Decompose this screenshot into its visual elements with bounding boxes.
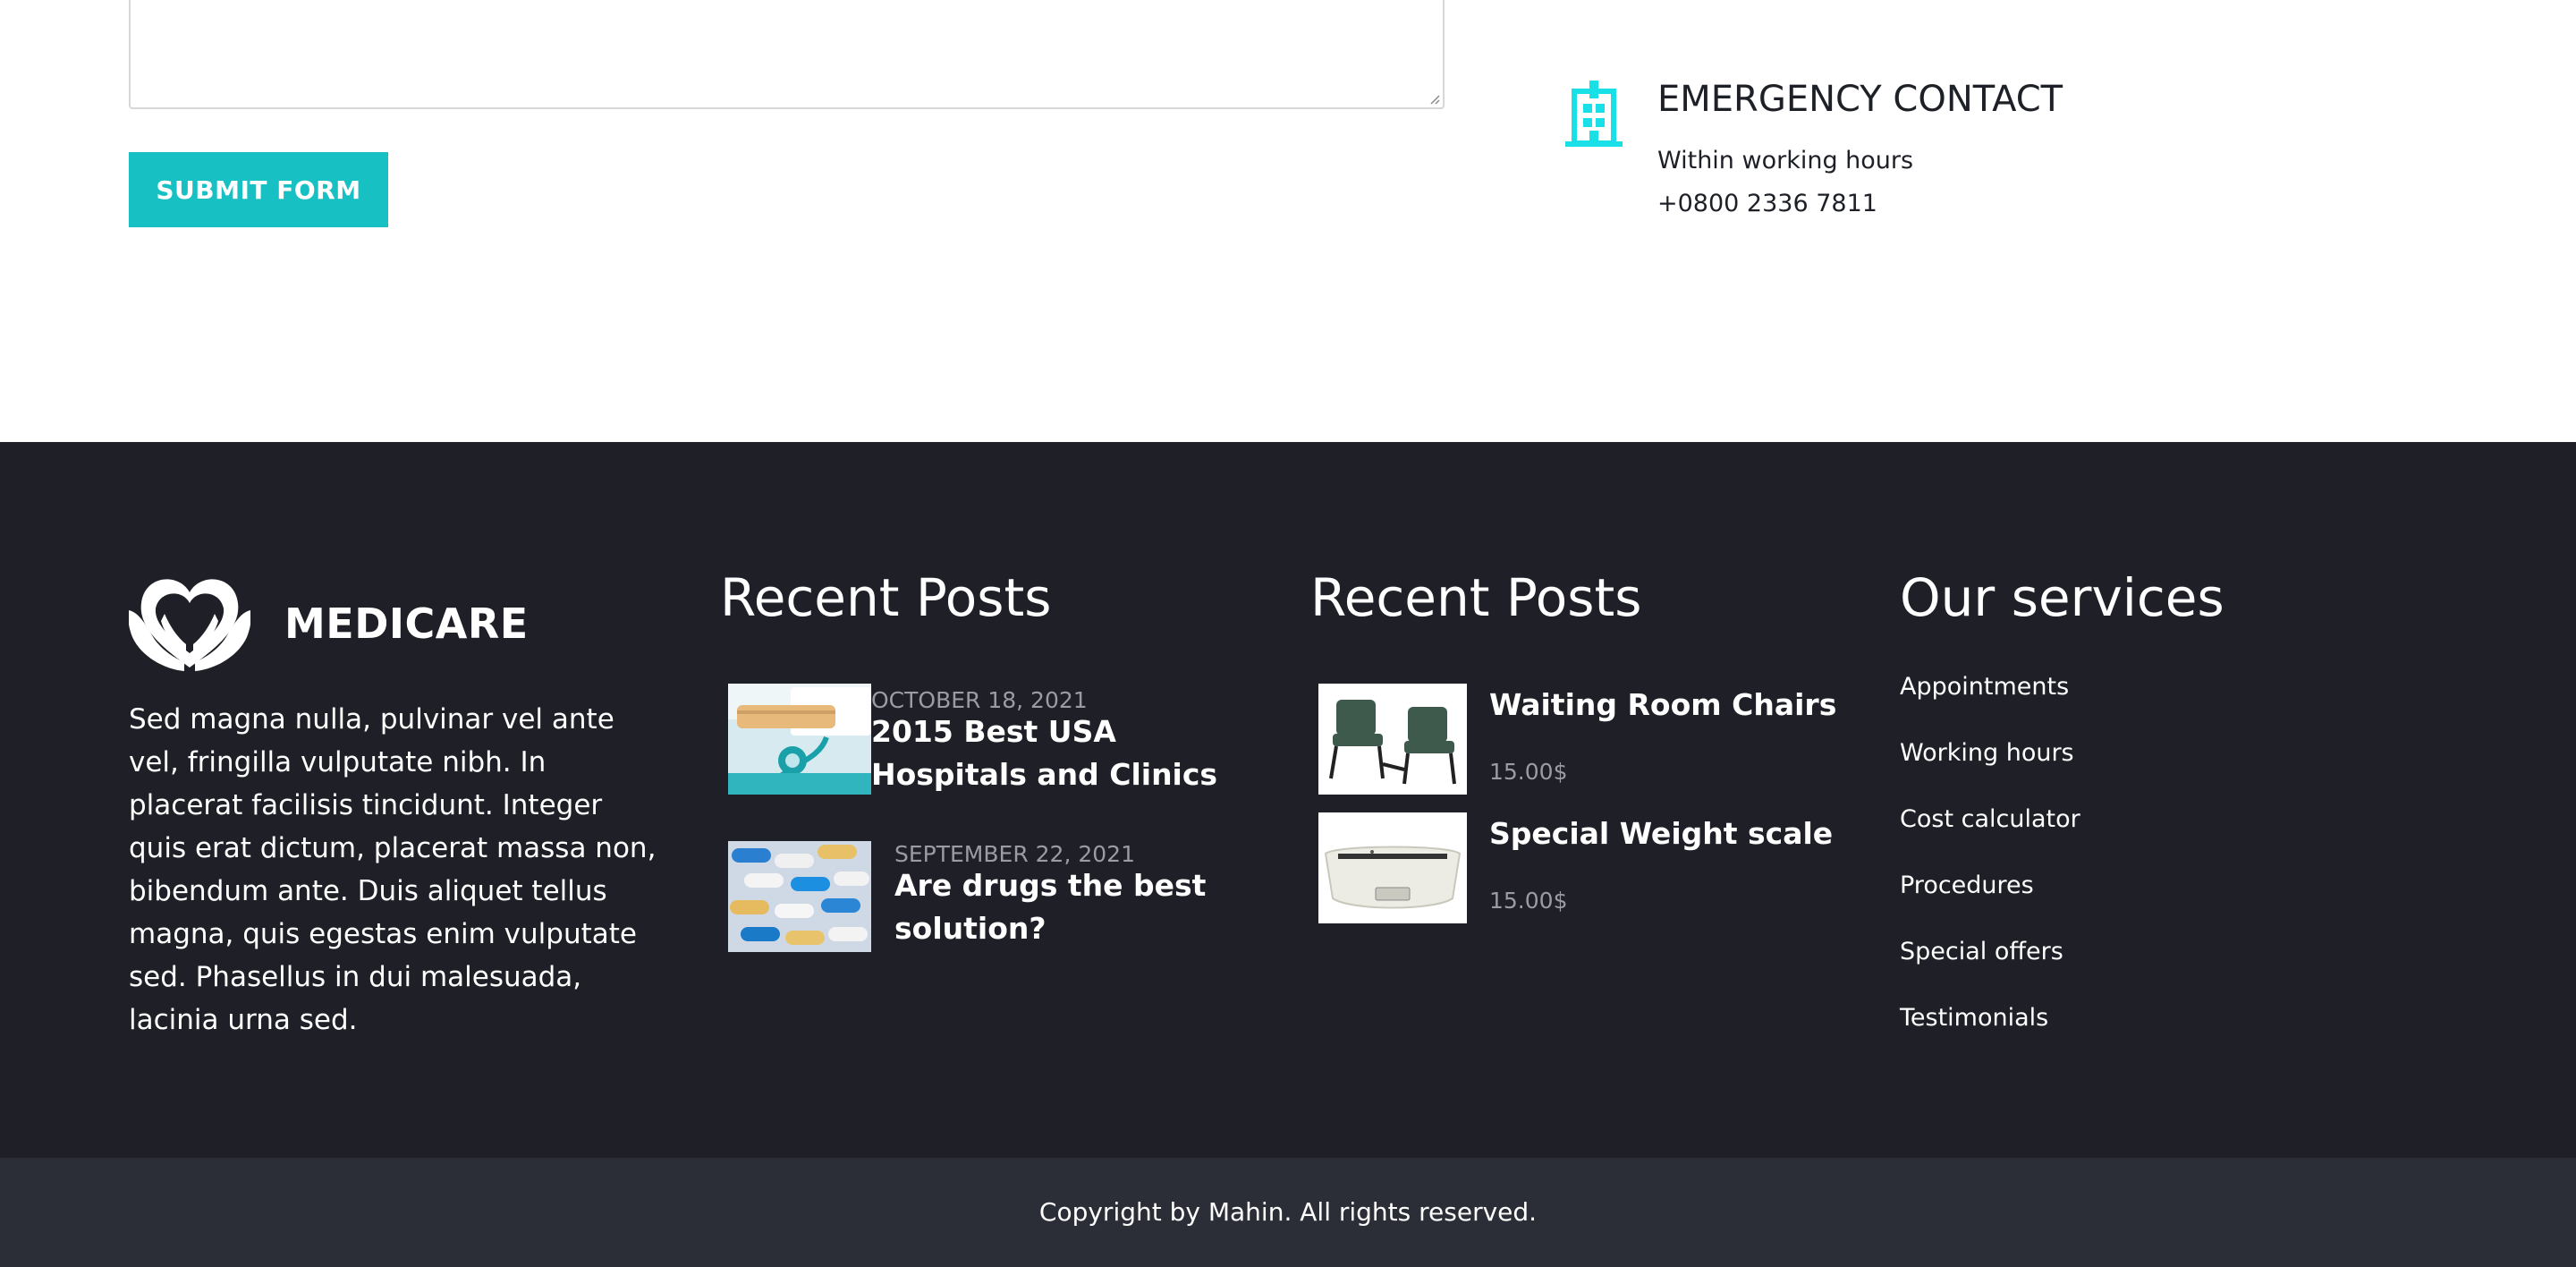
recent-products-heading: Recent Posts (1310, 567, 1642, 628)
post-date: OCTOBER 18, 2021 (871, 687, 1088, 713)
our-services-heading: Our services (1900, 567, 2224, 628)
service-link-cost-calculator[interactable]: Cost calculator (1900, 807, 2080, 875)
post-title-link[interactable]: 2015 Best USA Hospitals and Clinics (871, 710, 1274, 796)
footer-about-text: Sed magna nulla, pulvinar vel ante vel, … (129, 703, 657, 1036)
product-price: 15.00$ (1489, 888, 1568, 914)
recent-post-item[interactable]: OCTOBER 18, 2021 2015 Best USA Hospitals… (728, 684, 1265, 827)
service-link-working-hours[interactable]: Working hours (1900, 741, 2080, 809)
capsules-thumbnail (728, 841, 871, 952)
service-link-testimonials[interactable]: Testimonials (1900, 1006, 2080, 1074)
recent-post-item[interactable]: SEPTEMBER 22, 2021 Are drugs the best so… (728, 841, 1265, 984)
hospital-building-icon (1565, 81, 1623, 147)
product-title-link[interactable]: Special Weight scale (1489, 812, 1847, 855)
product-title-link[interactable]: Waiting Room Chairs (1489, 684, 1847, 727)
waiting-chairs-thumbnail (1318, 684, 1467, 795)
resize-handle-icon[interactable] (1429, 94, 1440, 105)
service-link-appointments[interactable]: Appointments (1900, 675, 2080, 743)
product-item[interactable]: Waiting Room Chairs 15.00$ (1318, 684, 1855, 800)
product-price: 15.00$ (1489, 759, 1568, 785)
services-list: Appointments Working hours Cost calculat… (1900, 675, 2080, 1074)
submit-form-button[interactable]: SUBMIT FORM (129, 152, 388, 227)
emergency-phone-text: +0800 2336 7811 (1657, 190, 1877, 217)
post-title-link[interactable]: Are drugs the best solution? (894, 864, 1216, 950)
contact-section: SUBMIT FORM EMERGENCY CONTACT Within wor… (0, 0, 2576, 442)
product-item[interactable]: Special Weight scale 15.00$ (1318, 812, 1855, 929)
copyright-text: Copyright by Mahin. All rights reserved. (1038, 1197, 1538, 1227)
service-link-special-offers[interactable]: Special offers (1900, 940, 2080, 1008)
recent-posts-heading: Recent Posts (720, 567, 1052, 628)
logo-text: MEDICARE (284, 599, 529, 648)
copyright-bar: Copyright by Mahin. All rights reserved. (0, 1158, 2576, 1267)
post-date: SEPTEMBER 22, 2021 (894, 841, 1135, 867)
message-textarea[interactable] (129, 0, 1445, 109)
weight-scale-thumbnail (1318, 812, 1467, 923)
heart-hands-logo-icon (129, 579, 250, 671)
site-footer: MEDICARE Sed magna nulla, pulvinar vel a… (0, 442, 2576, 1158)
service-link-procedures[interactable]: Procedures (1900, 873, 2080, 941)
emergency-hours-text: Within working hours (1657, 147, 1914, 174)
medicare-logo[interactable]: MEDICARE (129, 571, 528, 671)
stethoscope-pills-thumbnail (728, 684, 871, 795)
emergency-contact-title: EMERGENCY CONTACT (1657, 79, 2063, 120)
